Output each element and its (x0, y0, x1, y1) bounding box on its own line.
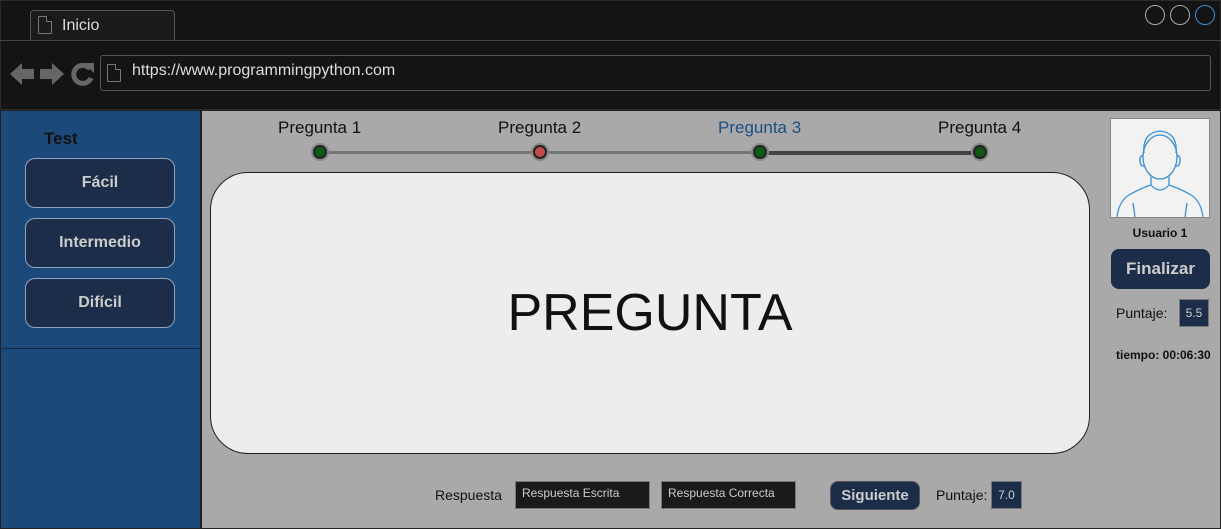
reload-icon[interactable] (71, 62, 94, 86)
close-icon[interactable] (1195, 5, 1215, 25)
score-label: Puntaje: (1116, 305, 1168, 321)
sidebar-item-dificil[interactable]: Difícil (25, 278, 175, 328)
answer-label: Respuesta (435, 487, 502, 503)
step-label-1[interactable]: Pregunta 1 (278, 118, 361, 138)
tab-title: Inicio (62, 17, 100, 34)
sidebar-title: Test (44, 129, 78, 148)
step-status-indicator (535, 147, 545, 157)
url-text[interactable]: https://www.programmingpython.com (132, 62, 395, 80)
answer-score-value: 7.0 (991, 481, 1022, 509)
step-label-3[interactable]: Pregunta 3 (718, 118, 801, 138)
progress-track-pending (760, 151, 980, 155)
question-box: PREGUNTA (210, 172, 1090, 454)
step-status-indicator (315, 147, 325, 157)
user-icon (1116, 130, 1204, 218)
step-dot-3[interactable] (751, 143, 769, 161)
nav-buttons (10, 62, 94, 86)
step-dot-2[interactable] (531, 143, 549, 161)
timer-text: tiempo: 00:06:30 (1116, 348, 1211, 362)
correct-answer-field: Respuesta Correcta (661, 481, 796, 509)
score-value: 5.5 (1179, 299, 1209, 327)
step-dot-4[interactable] (971, 143, 989, 161)
maximize-icon[interactable] (1170, 5, 1190, 25)
next-button[interactable]: Siguiente (830, 481, 920, 510)
sidebar-item-facil[interactable]: Fácil (25, 158, 175, 208)
answer-score-label: Puntaje: (936, 487, 988, 503)
tab-divider (0, 40, 1221, 41)
back-icon[interactable] (10, 63, 34, 85)
finish-button[interactable]: Finalizar (1111, 249, 1210, 289)
step-label-2[interactable]: Pregunta 2 (498, 118, 581, 138)
step-label-4[interactable]: Pregunta 4 (938, 118, 1021, 138)
avatar (1110, 118, 1210, 218)
sidebar-item-intermedio[interactable]: Intermedio (25, 218, 175, 268)
user-name: Usuario 1 (1132, 226, 1188, 240)
page-icon (38, 16, 52, 34)
step-dot-1[interactable] (311, 143, 329, 161)
written-answer-field[interactable]: Respuesta Escrita (515, 481, 650, 509)
sidebar-divider (0, 348, 201, 349)
page-icon (107, 64, 121, 82)
forward-icon[interactable] (40, 63, 64, 85)
minimize-icon[interactable] (1145, 5, 1165, 25)
step-status-indicator (755, 147, 765, 157)
step-status-indicator (975, 147, 985, 157)
